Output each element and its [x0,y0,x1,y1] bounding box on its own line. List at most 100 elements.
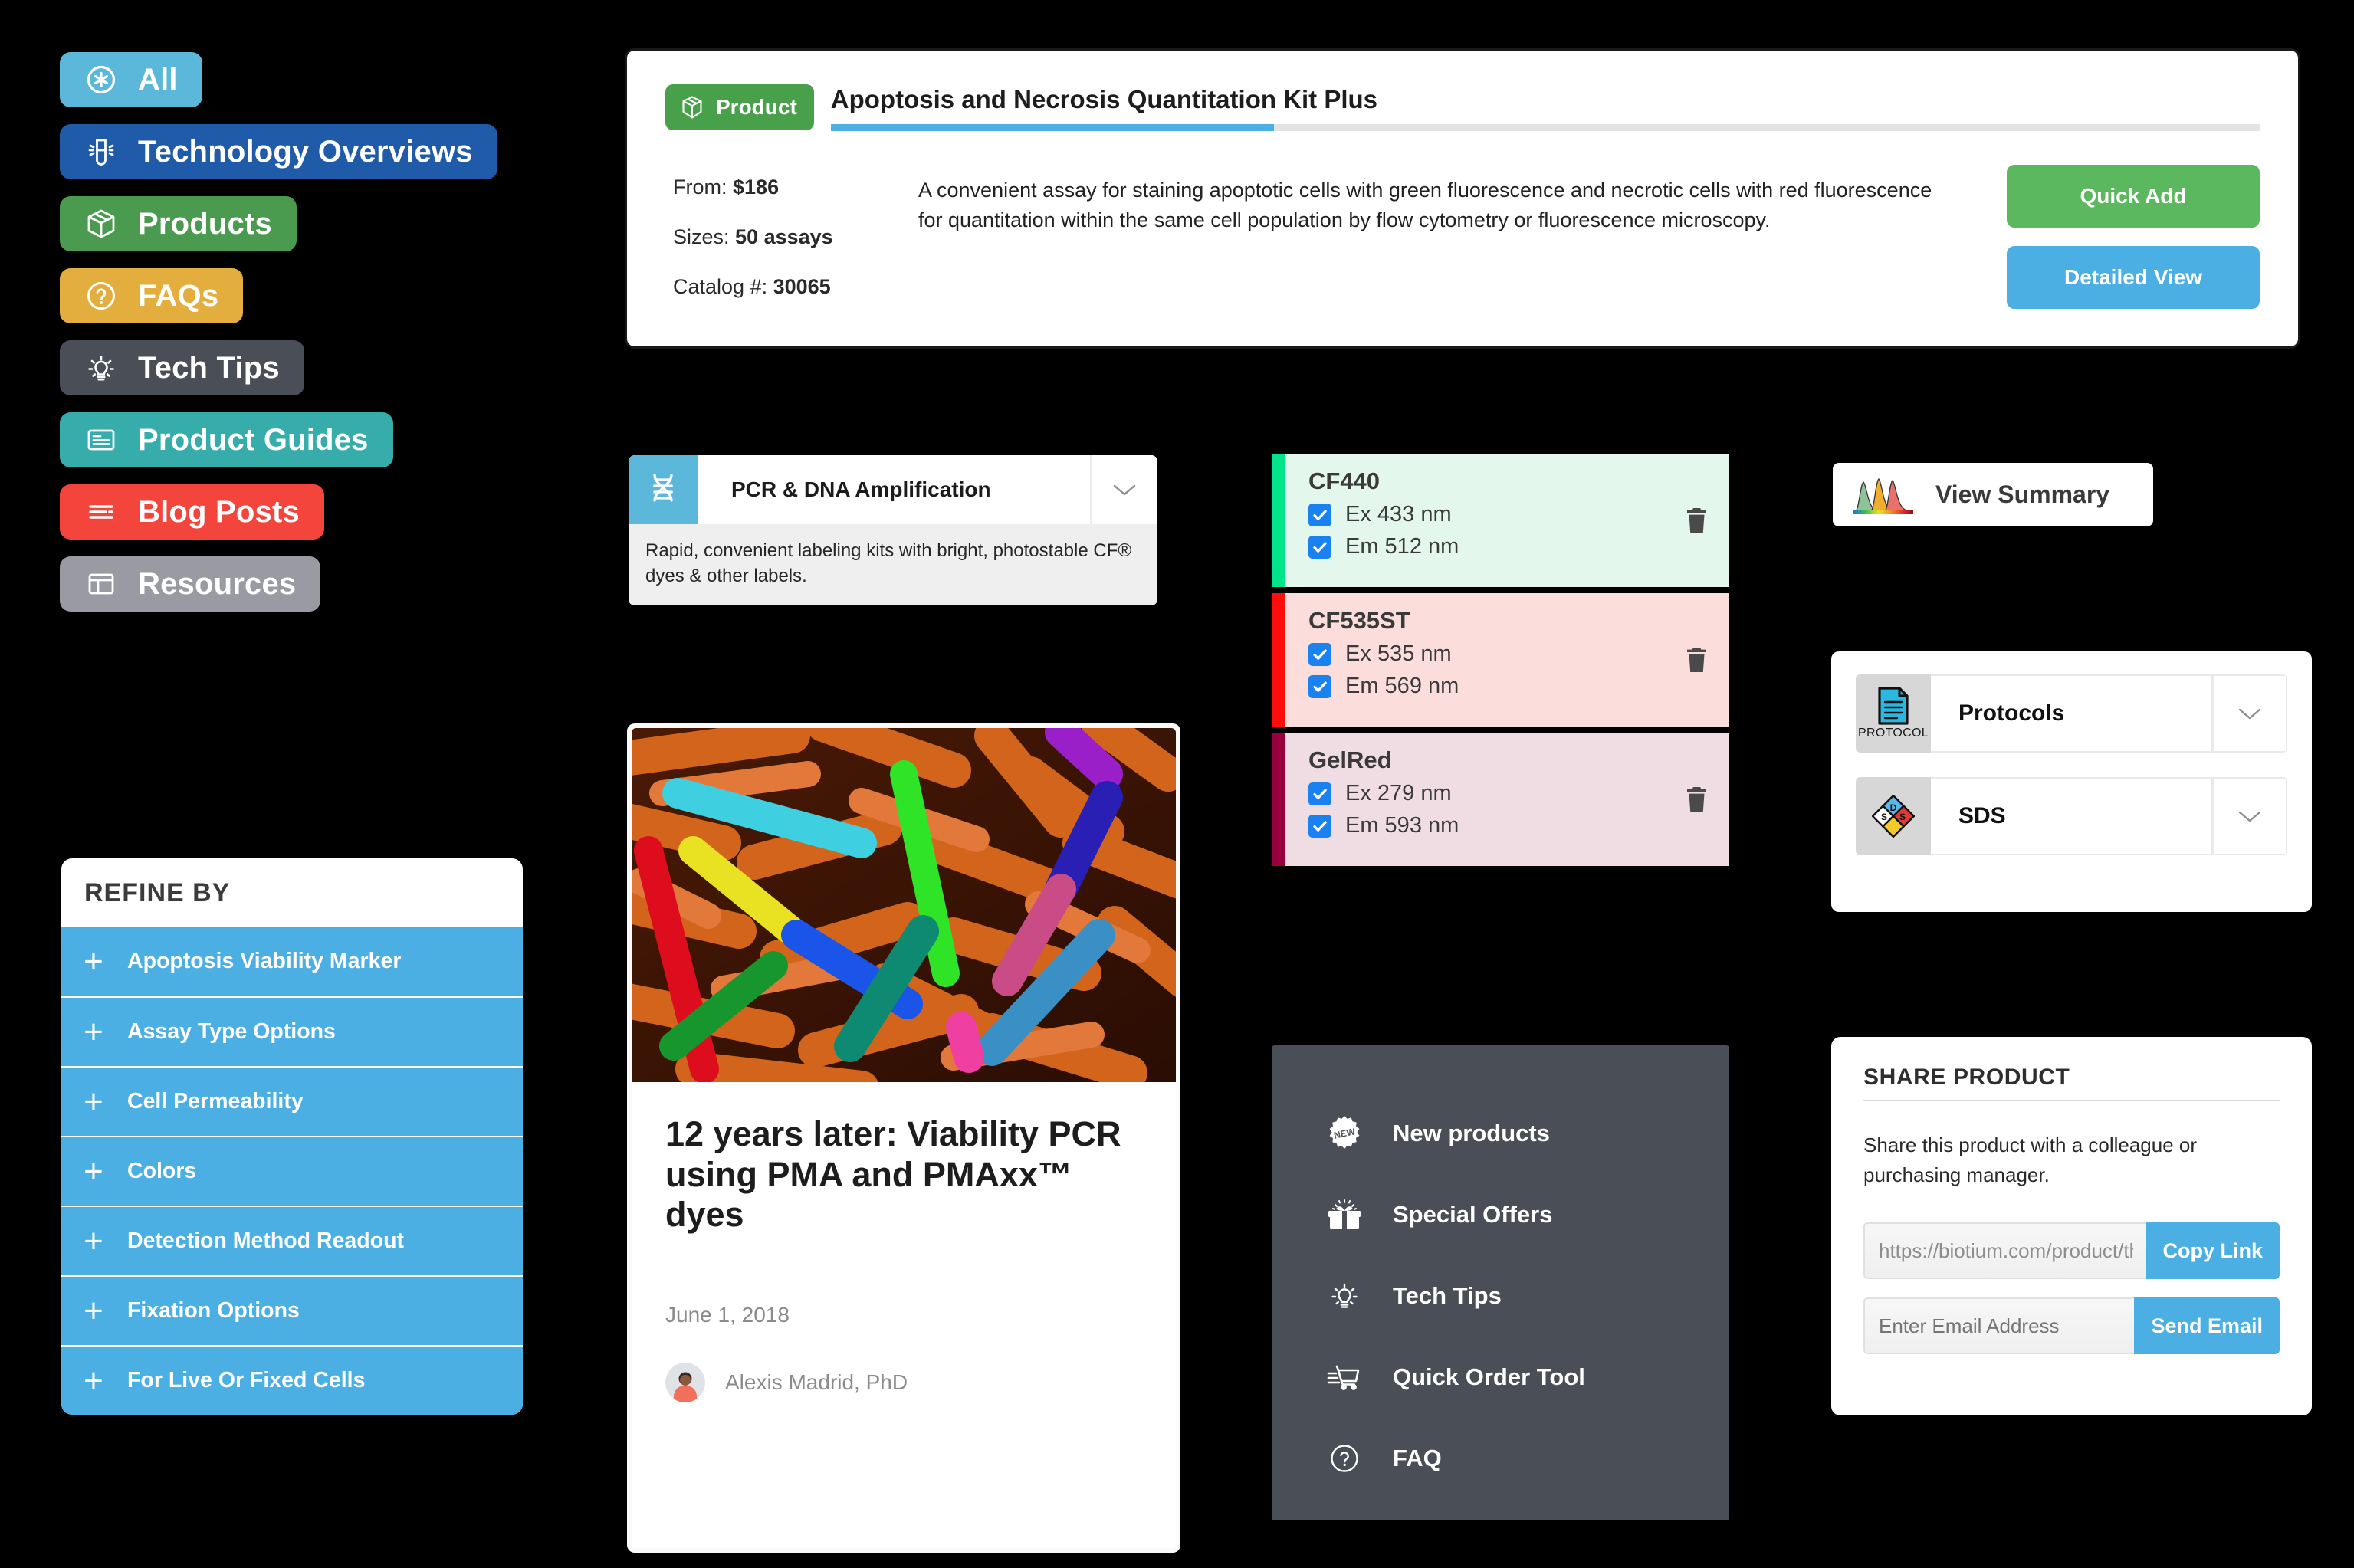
pcr-card-description: Rapid, convenient labeling kits with bri… [629,524,1157,606]
quick-add-button[interactable]: Quick Add [2007,165,2260,228]
dye-ex-checkbox[interactable] [1308,503,1331,526]
menu-item-label: New products [1393,1120,1550,1146]
product-title: Apoptosis and Necrosis Quantitation Kit … [830,85,1378,113]
trash-icon[interactable] [1663,593,1729,727]
lightbulb-icon [81,348,121,388]
dye-ex-label: Ex 279 nm [1345,781,1452,805]
refine-row-colors[interactable]: + Colors [61,1136,523,1206]
category-pill-products[interactable]: Products [60,196,297,251]
refine-row-apoptosis-viability-marker[interactable]: + Apoptosis Viability Marker [61,927,523,996]
share-email-field: Send Email [1863,1297,2280,1354]
protocol-document-icon: PROTOCOL [1856,674,1931,753]
refine-row-label: Cell Permeability [127,1089,304,1114]
avatar [665,1362,705,1402]
detailed-view-button[interactable]: Detailed View [2007,246,2260,310]
category-label: Products [138,207,272,241]
question-circle-icon [1324,1439,1365,1478]
refine-by-title: REFINE BY [84,878,231,907]
gift-icon [1324,1196,1365,1234]
dye-color-swatch [1272,454,1285,587]
pcr-category-card: PCR & DNA Amplification Rapid, convenien… [629,455,1157,606]
send-email-button[interactable]: Send Email [2134,1297,2280,1354]
svg-text:S: S [1881,812,1887,822]
menu-item-label: Tech Tips [1393,1282,1502,1309]
quick-links-menu: NEW New products Special Offers Tech Tip… [1272,1045,1729,1520]
category-pill-technology-overviews[interactable]: Technology Overviews [60,124,497,179]
refine-row-fixation-options[interactable]: + Fixation Options [61,1275,523,1345]
svg-text:D: D [1890,802,1897,813]
share-link-field: Copy Link [1863,1222,2280,1279]
category-pill-all[interactable]: All [60,52,202,107]
dye-color-swatch [1272,733,1285,866]
product-catalog-row: Catalog #: 30065 [673,275,918,299]
dye-em-checkbox[interactable] [1308,814,1331,838]
chevron-down-icon[interactable] [2212,777,2287,855]
plus-icon: + [84,1152,103,1190]
menu-item-special-offers[interactable]: Special Offers [1324,1174,1729,1255]
refine-row-for-live-or-fixed-cells[interactable]: + For Live Or Fixed Cells [61,1345,523,1415]
refine-row-detection-method-readout[interactable]: + Detection Method Readout [61,1206,523,1275]
protocol-caption: PROTOCOL [1858,727,1929,740]
trash-icon[interactable] [1663,454,1729,587]
price-value: $186 [733,175,780,199]
dye-ex-checkbox[interactable] [1308,642,1331,666]
dye-ex-checkbox[interactable] [1308,782,1331,805]
product-meta: From: $186 Sizes: 50 assays Catalog #: 3… [665,175,918,325]
lightbulb-icon [1324,1277,1365,1315]
blog-post-title: 12 years later: Viability PCR using PMA … [665,1114,1121,1235]
catalog-label: Catalog #: [673,275,768,299]
category-label: Tech Tips [138,351,280,385]
email-input[interactable] [1863,1297,2135,1354]
share-link-input[interactable] [1863,1222,2146,1279]
svg-text:S: S [1899,812,1906,822]
view-summary-button[interactable]: View Summary [1833,463,2153,526]
doc-label: Protocols [1931,674,2212,753]
dye-em-label: Em 593 nm [1345,813,1459,838]
doc-label: SDS [1931,777,2212,855]
refine-row-label: For Live Or Fixed Cells [127,1368,366,1393]
refine-row-cell-permeability[interactable]: + Cell Permeability [61,1066,523,1136]
progress-bar [830,124,2260,132]
sizes-value: 50 assays [735,225,833,249]
dna-helix-icon [629,455,698,524]
layout-panels-icon [81,564,121,604]
plus-icon: + [84,1291,103,1330]
menu-item-faq[interactable]: FAQ [1324,1418,1729,1499]
refine-row-assay-type-options[interactable]: + Assay Type Options [61,996,523,1066]
category-label: Product Guides [138,423,369,457]
dye-em-checkbox[interactable] [1308,535,1331,559]
dye-name: CF440 [1308,467,1381,494]
blog-post-date: June 1, 2018 [665,1302,790,1327]
category-pill-blog-posts[interactable]: Blog Posts [60,484,324,540]
copy-link-button[interactable]: Copy Link [2146,1222,2280,1279]
document-lines-icon [81,420,121,460]
category-filter-list: All Technology Overviews Products FAQs T… [60,52,497,612]
menu-item-new-products[interactable]: NEW New products [1324,1093,1729,1174]
dye-name: GelRed [1308,746,1392,773]
blog-post-card[interactable]: 12 years later: Viability PCR using PMA … [627,723,1180,1553]
category-pill-resources[interactable]: Resources [60,556,321,612]
category-pill-product-guides[interactable]: Product Guides [60,412,393,467]
refine-by-panel: REFINE BY + Apoptosis Viability Marker +… [61,858,523,1415]
badge-label: Product [716,95,797,119]
dye-em-label: Em 569 nm [1345,674,1459,698]
test-tube-icon [81,132,121,172]
refine-row-label: Colors [127,1159,197,1183]
category-pill-faqs[interactable]: FAQs [60,268,244,323]
category-label: Technology Overviews [138,135,473,169]
doc-row-sds[interactable]: S D S SDS [1856,777,2287,855]
trash-icon[interactable] [1663,733,1729,866]
product-actions: Quick Add Detailed View [2007,165,2260,325]
menu-item-tech-tips[interactable]: Tech Tips [1324,1255,1729,1337]
selected-dyes-list: CF440 Ex 433 nm Em 512 nm CF535ST Ex 535… [1272,454,1729,866]
doc-row-protocols[interactable]: PROTOCOL Protocols [1856,674,2287,753]
menu-item-quick-order-tool[interactable]: Quick Order Tool [1324,1337,1729,1418]
category-label: Blog Posts [138,495,300,529]
sizes-label: Sizes: [673,225,730,249]
category-pill-tech-tips[interactable]: Tech Tips [60,340,304,395]
chevron-down-icon[interactable] [1090,455,1157,524]
new-badge-icon: NEW [1324,1114,1365,1153]
dye-em-checkbox[interactable] [1308,674,1331,698]
dye-row-cf440: CF440 Ex 433 nm Em 512 nm [1272,454,1729,587]
chevron-down-icon[interactable] [2212,674,2287,753]
